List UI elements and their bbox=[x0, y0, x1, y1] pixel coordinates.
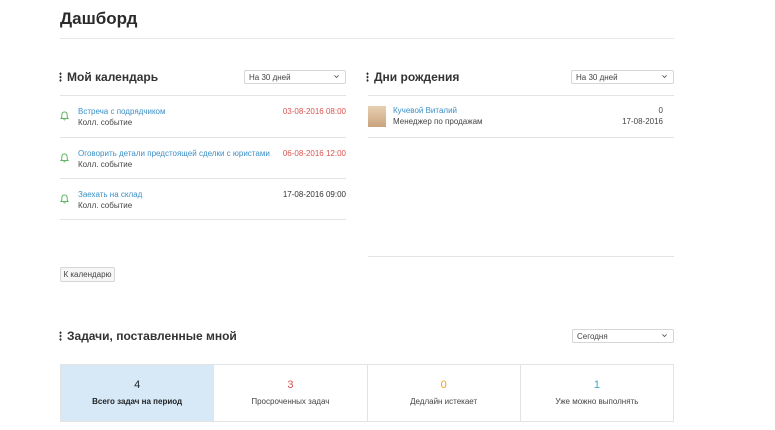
stat-deadline[interactable]: 0 Дедлайн истекает bbox=[366, 365, 520, 421]
bell-icon bbox=[60, 153, 69, 163]
stat-value: 1 bbox=[593, 379, 600, 391]
stat-label: Всего задач на период bbox=[92, 397, 183, 406]
stat-overdue[interactable]: 3 Просроченных задач bbox=[213, 365, 366, 421]
event-type: Колл. событие bbox=[78, 201, 133, 210]
stat-label: Уже можно выполнять bbox=[555, 397, 639, 406]
stat-ready[interactable]: 1 Уже можно выполнять bbox=[519, 365, 673, 421]
calendar-title: Мой календарь bbox=[67, 70, 159, 84]
bell-icon bbox=[60, 111, 69, 121]
birthdays-period-select[interactable]: На 30 дней bbox=[571, 70, 674, 84]
event-date: 03-08-2016 08:00 bbox=[282, 107, 346, 116]
list-item: Кучевой Виталий Менеджер по продажам 0 1… bbox=[368, 96, 664, 137]
panel-bottom-divider bbox=[368, 256, 674, 257]
event-date: 06-08-2016 12:00 bbox=[282, 149, 346, 158]
stat-label: Дедлайн истекает bbox=[410, 397, 478, 406]
stat-total[interactable]: 4 Всего задач на период bbox=[61, 365, 214, 421]
stat-label: Просроченных задач bbox=[251, 397, 330, 406]
stat-value: 4 bbox=[134, 379, 141, 391]
title-divider bbox=[60, 38, 674, 39]
tasks-period-select[interactable]: Сегодня bbox=[572, 329, 674, 343]
event-date: 17-08-2016 09:00 bbox=[282, 190, 346, 199]
row-divider bbox=[368, 137, 674, 138]
birthdays-header: Дни рождения bbox=[366, 70, 459, 84]
avatar bbox=[368, 106, 386, 127]
page-title: Дашборд bbox=[60, 9, 138, 28]
calendar-period-value: На 30 дней bbox=[249, 72, 291, 82]
calendar-header: Мой календарь bbox=[59, 70, 158, 84]
tasks-period-value: Сегодня bbox=[577, 331, 608, 341]
stat-value: 3 bbox=[287, 379, 294, 391]
drag-handle-icon[interactable] bbox=[59, 72, 62, 82]
event-link[interactable]: Встреча с подрядчиком bbox=[78, 107, 166, 116]
task-stats: 4 Всего задач на период 3 Просроченных з… bbox=[60, 364, 674, 422]
birthdays-title: Дни рождения bbox=[374, 70, 460, 84]
birthdays-period-value: На 30 дней bbox=[576, 72, 618, 82]
tasks-header: Задачи, поставленные мной bbox=[59, 329, 237, 343]
chevron-down-icon bbox=[334, 75, 339, 79]
stat-value: 0 bbox=[440, 379, 447, 391]
event-type: Колл. событие bbox=[78, 160, 133, 169]
birthday-date: 17-08-2016 bbox=[622, 117, 663, 126]
event-type: Колл. событие bbox=[78, 118, 133, 127]
event-link[interactable]: Оговорить детали предстоящей сделки с юр… bbox=[78, 149, 270, 158]
drag-handle-icon[interactable] bbox=[59, 331, 62, 341]
drag-handle-icon[interactable] bbox=[366, 72, 369, 82]
chevron-down-icon bbox=[662, 334, 667, 338]
chevron-down-icon bbox=[662, 75, 667, 79]
person-count: 0 bbox=[658, 106, 663, 115]
event-link[interactable]: Заехать на склад bbox=[78, 190, 142, 199]
bell-icon bbox=[60, 194, 69, 204]
list-item: Встреча с подрядчиком Колл. событие 03-0… bbox=[60, 96, 346, 137]
person-link[interactable]: Кучевой Виталий bbox=[393, 106, 457, 115]
list-item: Заехать на склад Колл. событие 17-08-201… bbox=[60, 179, 346, 220]
tasks-title: Задачи, поставленные мной bbox=[67, 329, 237, 343]
row-divider bbox=[60, 219, 346, 220]
person-role: Менеджер по продажам bbox=[393, 117, 483, 126]
to-calendar-button[interactable]: К календарю bbox=[60, 267, 115, 282]
calendar-period-select[interactable]: На 30 дней bbox=[244, 70, 346, 84]
list-item: Оговорить детали предстоящей сделки с юр… bbox=[60, 138, 346, 179]
